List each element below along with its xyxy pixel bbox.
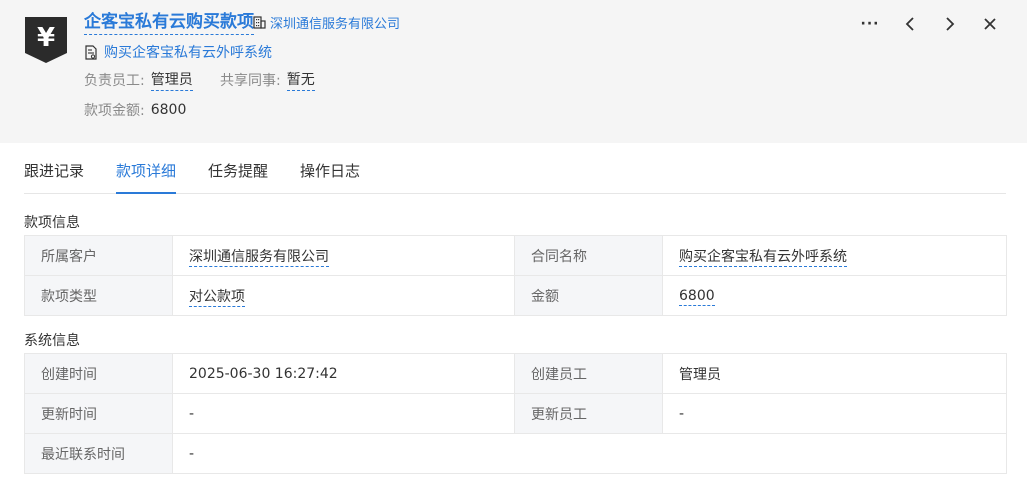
next-button[interactable]: [939, 13, 961, 35]
customer-value[interactable]: 深圳通信服务有限公司: [189, 248, 329, 267]
system-info-table: 创建时间 2025-06-30 16:27:42 创建员工 管理员 更新时间 -…: [24, 353, 1007, 474]
contract-name-value[interactable]: 购买企客宝私有云外呼系统: [679, 248, 847, 267]
close-icon: [984, 18, 996, 30]
contract-name-label: 合同名称: [514, 235, 663, 276]
table-row: 更新时间 - 更新员工 -: [24, 393, 1007, 434]
contract-name: 购买企客宝私有云外呼系统: [104, 45, 272, 61]
chevron-left-icon: [905, 17, 914, 31]
company-link[interactable]: 深圳通信服务有限公司: [253, 13, 400, 32]
customer-label: 所属客户: [24, 235, 173, 276]
created-by-value: 管理员: [662, 353, 1007, 394]
payment-type-value-cell: 对公款项: [172, 275, 515, 316]
payment-info-table: 所属客户 深圳通信服务有限公司 合同名称 购买企客宝私有云外呼系统 款项类型 对…: [24, 235, 1007, 316]
updated-time-label: 更新时间: [24, 393, 173, 434]
tab-follow-up[interactable]: 跟进记录: [24, 150, 84, 194]
shared-row: 共享同事: 暂无: [220, 69, 315, 91]
amount-value-cell: 6800: [662, 275, 1007, 316]
payment-type-value[interactable]: 对公款项: [189, 288, 245, 307]
payment-type-label: 款项类型: [24, 275, 173, 316]
last-contact-label: 最近联系时间: [24, 433, 173, 474]
payment-title[interactable]: 企客宝私有云购买款项: [84, 11, 254, 35]
customer-value-cell: 深圳通信服务有限公司: [172, 235, 515, 276]
owner-value[interactable]: 管理员: [150, 69, 193, 91]
payment-yen-icon: ¥: [25, 17, 67, 63]
chevron-right-icon: [946, 17, 955, 31]
close-button[interactable]: [979, 13, 1001, 35]
tab-operation-log[interactable]: 操作日志: [300, 150, 360, 194]
owner-label: 负责员工:: [84, 73, 145, 89]
tab-task-reminder[interactable]: 任务提醒: [208, 150, 268, 194]
shared-value[interactable]: 暂无: [286, 69, 315, 91]
amount-label: 款项金额:: [84, 103, 145, 119]
table-row: 款项类型 对公款项 金额 6800: [24, 275, 1007, 316]
shared-label: 共享同事:: [220, 73, 281, 89]
payment-info-title: 款项信息: [24, 215, 80, 231]
created-time-label: 创建时间: [24, 353, 173, 394]
system-info-title: 系统信息: [24, 333, 80, 349]
contract-icon: [85, 44, 97, 60]
detail-header: ¥ 企客宝私有云购买款项 深圳通信服务有限公司 购买企客宝私有云外呼系统 负责员…: [0, 0, 1027, 143]
amount-table-value[interactable]: 6800: [679, 287, 715, 306]
amount-label-cell: 金额: [514, 275, 663, 316]
previous-button[interactable]: [899, 13, 921, 35]
more-button[interactable]: ···: [859, 13, 881, 35]
updated-by-label: 更新员工: [514, 393, 663, 434]
amount-value: 6800: [150, 102, 187, 118]
tab-payment-detail[interactable]: 款项详细: [116, 150, 177, 194]
created-time-value: 2025-06-30 16:27:42: [172, 353, 515, 394]
table-row: 所属客户 深圳通信服务有限公司 合同名称 购买企客宝私有云外呼系统: [24, 235, 1007, 276]
detail-tabs: 跟进记录 款项详细 任务提醒 操作日志: [24, 150, 1006, 194]
table-row: 创建时间 2025-06-30 16:27:42 创建员工 管理员: [24, 353, 1007, 394]
contract-name-value-cell: 购买企客宝私有云外呼系统: [662, 235, 1007, 276]
updated-by-value: -: [662, 393, 1007, 434]
created-by-label: 创建员工: [514, 353, 663, 394]
updated-time-value: -: [172, 393, 515, 434]
last-contact-value: -: [172, 433, 1007, 474]
company-name: 深圳通信服务有限公司: [270, 17, 401, 32]
building-icon: [253, 16, 266, 29]
table-row: 最近联系时间 -: [24, 433, 1007, 474]
owner-row: 负责员工: 管理员: [84, 69, 193, 91]
contract-link[interactable]: 购买企客宝私有云外呼系统: [84, 42, 272, 62]
svg-text:¥: ¥: [37, 23, 55, 53]
amount-row: 款项金额: 6800: [84, 100, 186, 120]
